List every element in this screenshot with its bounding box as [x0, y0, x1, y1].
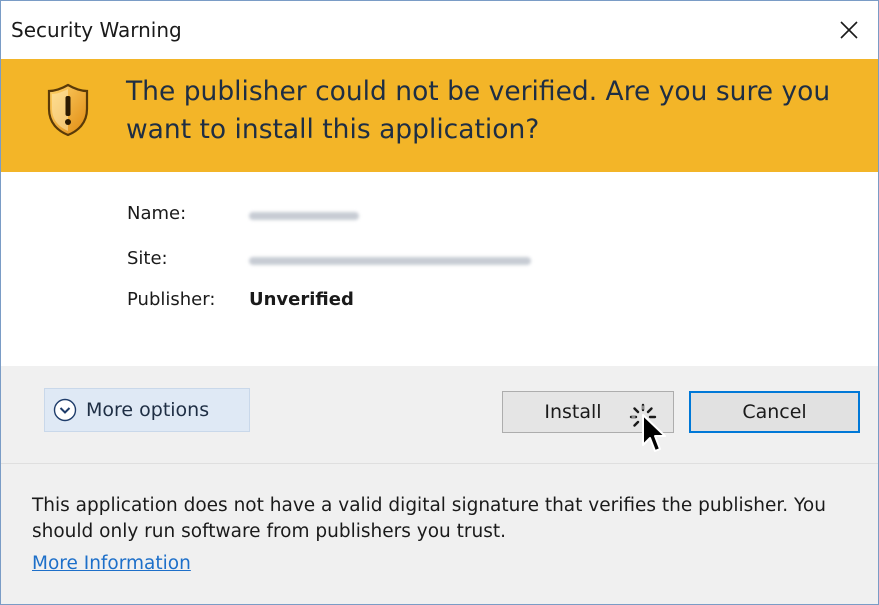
warning-banner: The publisher could not be verified. Are… — [1, 59, 878, 172]
shield-warning-icon — [47, 83, 89, 137]
more-information-link[interactable]: More Information — [32, 553, 191, 574]
name-value-redacted — [249, 212, 359, 220]
action-bar: More options Install Cancel — [1, 366, 878, 464]
close-button[interactable] — [820, 1, 878, 59]
signature-warning-text: This application does not have a valid d… — [32, 495, 826, 542]
warning-message: The publisher could not be verified. Are… — [126, 76, 831, 145]
window-title: Security Warning — [11, 18, 182, 42]
chevron-down-icon — [53, 398, 77, 422]
close-icon — [840, 21, 858, 39]
mouse-pointer-icon — [642, 414, 666, 452]
details-panel: Name: Site: Publisher: Unverified — [1, 172, 878, 366]
security-warning-dialog: Security Warning The publisher could not… — [0, 0, 879, 605]
more-options-label: More options — [86, 399, 210, 421]
install-label: Install — [544, 401, 602, 423]
site-label: Site: — [127, 248, 168, 269]
publisher-value: Unverified — [249, 289, 354, 310]
cancel-label: Cancel — [742, 401, 807, 423]
publisher-label: Publisher: — [127, 289, 216, 310]
name-label: Name: — [127, 203, 187, 224]
footer-panel: This application does not have a valid d… — [1, 464, 878, 604]
more-options-button[interactable]: More options — [44, 388, 250, 432]
title-bar[interactable]: Security Warning — [1, 1, 878, 59]
site-value-redacted — [249, 257, 531, 265]
cancel-button[interactable]: Cancel — [689, 391, 860, 433]
